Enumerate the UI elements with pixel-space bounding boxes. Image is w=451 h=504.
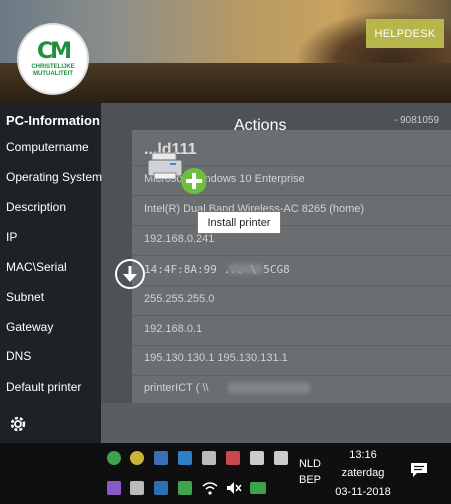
value-mac-serial: 14:4F:8A:99 ... \ 5CG8: [144, 263, 290, 276]
logo-text-2: MUTUALITEIT: [33, 71, 73, 77]
row-divider: [132, 375, 451, 376]
redacted-block: [228, 383, 310, 393]
value-default-printer: printerICT ( \\: [144, 382, 209, 394]
label-operating-system: Operating System: [6, 170, 103, 184]
volume-muted-icon[interactable]: [226, 480, 242, 496]
label-subnet: Subnet: [6, 290, 45, 304]
label-computername: Computername: [6, 140, 89, 154]
tray-app-icon[interactable]: [107, 451, 121, 465]
tray-blurred-icon[interactable]: [202, 451, 216, 465]
label-ip: IP: [6, 230, 18, 244]
value-ip: 192.168.0.241: [144, 233, 215, 245]
install-printer-tooltip: Install printer: [197, 211, 281, 234]
serial-number: - 9081059: [394, 115, 440, 126]
tray-blurred-icon-3[interactable]: [130, 481, 144, 495]
actions-title: Actions: [234, 117, 287, 134]
tray-green-icon[interactable]: [178, 481, 192, 495]
gear-icon: [10, 416, 26, 432]
row-divider: [132, 345, 451, 346]
label-dns: DNS: [6, 349, 32, 363]
clock-date[interactable]: 03-11-2018: [330, 486, 396, 498]
row-divider: [132, 225, 451, 226]
value-subnet: 255.255.255.0: [144, 293, 215, 305]
arrow-down-icon: [123, 266, 137, 282]
tray-display-icon[interactable]: [154, 481, 168, 495]
redacted-block: [229, 264, 263, 274]
tray-nuclear-icon[interactable]: [130, 451, 144, 465]
label-mac-serial: MAC\Serial: [6, 260, 67, 274]
battery-icon[interactable]: [250, 482, 266, 494]
value-dns: 195.130.130.1 195.130.131.1: [144, 352, 288, 364]
logo-text-1: CHRISTELIJKE: [31, 64, 75, 70]
helpdesk-button[interactable]: HELPDESK: [366, 19, 444, 48]
clock-day[interactable]: zaterdag: [330, 467, 396, 479]
tray-monitor-icon[interactable]: [154, 451, 168, 465]
install-printer-button[interactable]: [146, 151, 207, 195]
wifi-icon[interactable]: [202, 480, 218, 496]
keyboard-layout[interactable]: BEP: [297, 474, 323, 486]
label-gateway: Gateway: [6, 320, 54, 334]
tray-cloud-icon[interactable]: [250, 451, 264, 465]
tray-shield-icon[interactable]: [226, 451, 240, 465]
row-divider: [132, 255, 451, 256]
printer-icon: [147, 152, 207, 194]
row-divider: [132, 285, 451, 286]
settings-button[interactable]: [8, 414, 28, 434]
label-default-printer: Default printer: [6, 380, 82, 394]
pc-information-title: PC-Information: [6, 113, 100, 128]
tray-app-icon-2[interactable]: [107, 481, 121, 495]
company-logo: CM CHRISTELIJKE MUTUALITEIT: [19, 25, 87, 93]
label-description: Description: [6, 200, 67, 214]
row-divider: [132, 315, 451, 316]
logo-mark: CM: [36, 39, 72, 64]
value-gateway: 192.168.0.1: [144, 323, 203, 335]
clock-time[interactable]: 13:16: [330, 449, 396, 461]
language-code[interactable]: NLD: [297, 458, 323, 470]
scroll-down-button[interactable]: [115, 259, 145, 289]
tray-blurred-icon-2[interactable]: [274, 451, 288, 465]
notification-center-icon[interactable]: [410, 462, 428, 478]
row-divider: [132, 195, 451, 196]
tray-network-icon[interactable]: [178, 451, 192, 465]
